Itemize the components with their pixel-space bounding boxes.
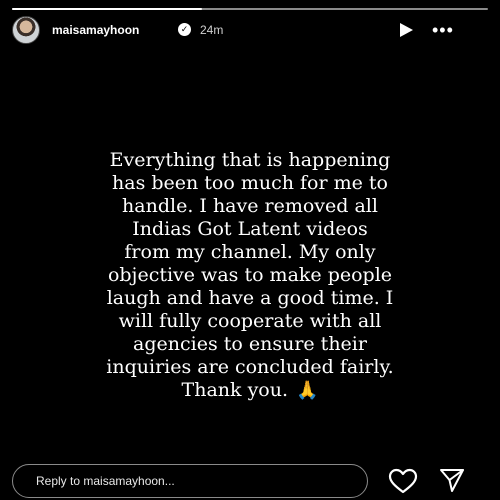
avatar[interactable] [12,16,40,44]
story-message-text: Everything that is happening has been to… [106,149,394,401]
send-icon[interactable] [438,466,466,494]
more-dots-icon[interactable]: ••• [432,20,462,40]
story-progress-fill [12,8,203,10]
reply-input[interactable]: Reply to maisamayhoon... [12,464,368,498]
heart-icon[interactable] [388,468,418,494]
story-message: Everything that is happening has been to… [30,126,470,402]
verified-check-icon: ✓ [178,23,191,36]
story-header: maisamayhoon ✓ 24m ••• [0,14,500,46]
story-time: 24m [200,23,224,37]
reply-placeholder: Reply to maisamayhoon... [36,474,175,488]
username[interactable]: maisamayhoon [52,23,139,37]
story-progress-bar [12,8,488,10]
story-view: maisamayhoon ✓ 24m ••• Everything that i… [0,0,500,500]
play-icon[interactable] [400,23,413,37]
praying-hands-emoji: 🙏 [296,380,319,401]
